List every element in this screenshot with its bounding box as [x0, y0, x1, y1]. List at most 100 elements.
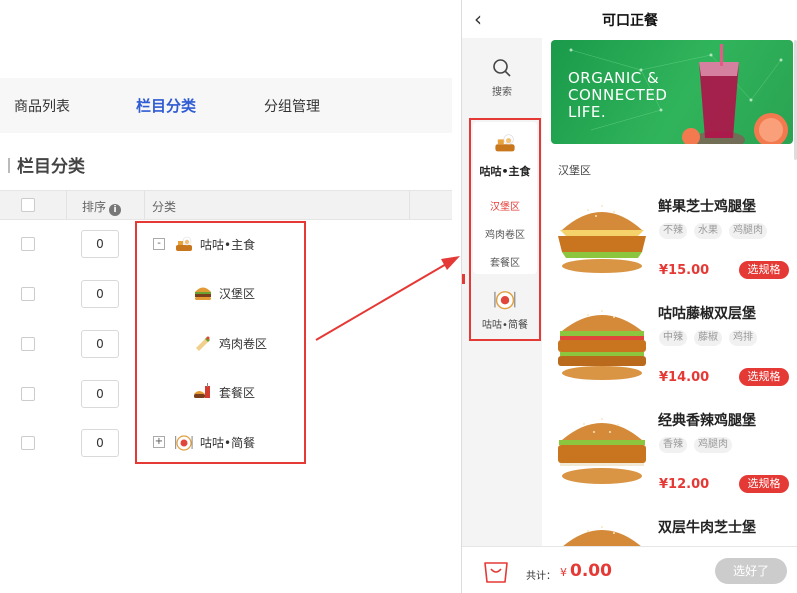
column-divider — [144, 191, 145, 219]
sidebar-sub-combo[interactable]: 套餐区 — [473, 254, 537, 269]
admin-panel: 商品列表 栏目分类 分组管理 栏目分类 排序i 分类 0 0 0 0 0 - — [0, 0, 462, 593]
tree-label: 套餐区 — [219, 385, 256, 400]
search-label: 搜索 — [492, 87, 512, 98]
wrap-icon — [196, 336, 210, 351]
total-label: 共计： — [526, 571, 556, 582]
section-label: 汉堡区 — [558, 164, 591, 177]
tab-bar: 商品列表 栏目分类 分组管理 — [0, 78, 452, 133]
select-spec-button[interactable]: 选规格 — [739, 368, 789, 386]
product-tag: 香辣 — [659, 437, 687, 453]
product-tag: 水果 — [694, 223, 722, 239]
order-column-header: 排序 i — [82, 198, 122, 216]
beef-burger-image — [563, 526, 641, 546]
double-burger-image — [558, 310, 646, 380]
product-tag: 鸡腿肉 — [729, 223, 767, 239]
cart-footer: 共计： ¥ 0.00 选好了 — [462, 546, 797, 593]
product-card[interactable]: 咕咕藤椒双层堡 中辣 藤椒 鸡排 ¥14.00 选规格 — [542, 303, 797, 408]
product-price: ¥12.00 — [659, 477, 710, 492]
order-header-text: 排序 — [82, 200, 107, 214]
tree-label: 咕咕•主食 — [200, 237, 256, 252]
screenshot-root: 商品列表 栏目分类 分组管理 栏目分类 排序i 分类 0 0 0 0 0 - — [0, 0, 797, 593]
sidebar-second-category[interactable]: 咕咕•简餐 — [471, 316, 539, 331]
product-name: 鲜果芝士鸡腿堡 — [658, 199, 756, 215]
chicken-burger-image — [558, 205, 646, 273]
order-input[interactable]: 0 — [81, 380, 119, 408]
order-input[interactable]: 0 — [81, 280, 119, 308]
column-divider — [66, 191, 67, 219]
promo-banner[interactable]: ORGANIC & CONNECTED LIFE. — [551, 40, 793, 144]
main-category-label: 咕咕•主食 — [479, 165, 531, 178]
product-name: 经典香辣鸡腿堡 — [658, 413, 756, 429]
done-button[interactable]: 选好了 — [715, 558, 787, 584]
banner-line: LIFE. — [568, 103, 607, 121]
product-price: ¥14.00 — [659, 370, 710, 385]
product-name: 咕咕藤椒双层堡 — [658, 306, 756, 322]
combo-meal-icon — [194, 383, 210, 398]
tab-group-management[interactable]: 分组管理 — [264, 96, 320, 116]
product-card[interactable]: 经典香辣鸡腿堡 香辣 鸡腿肉 ¥12.00 选规格 — [542, 410, 797, 515]
section-bar — [8, 158, 10, 173]
phone-preview: ‹ 可口正餐 搜索 咕咕•主食 汉堡区 鸡肉卷区 套餐区 咕咕•简餐 ORGAN… — [461, 0, 797, 593]
section-title: 栏目分类 — [8, 152, 85, 177]
product-tag: 鸡腿肉 — [694, 437, 732, 453]
burger-icon — [195, 287, 211, 300]
select-spec-button[interactable]: 选规格 — [739, 261, 789, 279]
sidebar-main-category[interactable]: 咕咕•主食 汉堡区 鸡肉卷区 套餐区 — [473, 122, 537, 274]
collapse-toggle[interactable]: - — [153, 238, 165, 250]
column-divider — [409, 191, 410, 219]
light-meal-icon — [175, 435, 193, 451]
info-icon[interactable]: i — [109, 204, 122, 216]
tree-row-main-food[interactable]: - 咕咕•主食 — [153, 235, 255, 253]
product-tag: 鸡排 — [729, 330, 757, 346]
light-meal-icon — [494, 291, 516, 310]
expand-toggle[interactable]: + — [153, 436, 165, 448]
product-content: ORGANIC & CONNECTED LIFE. 汉堡区 鲜果芝士鸡腿堡 不辣 — [542, 38, 797, 546]
category-sidebar: 搜索 咕咕•主食 汉堡区 鸡肉卷区 套餐区 咕咕•简餐 — [462, 38, 542, 546]
row-checkbox[interactable] — [21, 387, 35, 401]
row-checkbox[interactable] — [21, 337, 35, 351]
tree-row-wrap[interactable]: 鸡肉卷区 — [193, 334, 267, 352]
tree-label: 咕咕•简餐 — [200, 435, 256, 450]
tree-row-combo[interactable]: 套餐区 — [193, 383, 255, 401]
banner-line: ORGANIC & — [568, 69, 660, 87]
order-input[interactable]: 0 — [81, 230, 119, 258]
product-tag: 中辣 — [659, 330, 687, 346]
tab-product-list[interactable]: 商品列表 — [14, 96, 70, 116]
order-input[interactable]: 0 — [81, 429, 119, 457]
table-header: 排序 i 分类 — [0, 190, 452, 220]
product-card[interactable]: 鲜果芝士鸡腿堡 不辣 水果 鸡腿肉 ¥15.00 选规格 — [542, 196, 797, 301]
product-name: 双层牛肉芝士堡 — [658, 520, 756, 536]
product-card[interactable]: 双层牛肉芝士堡 — [542, 517, 797, 546]
active-indicator — [462, 274, 465, 284]
shopping-bag-icon[interactable] — [481, 555, 511, 585]
tree-row-light-meal[interactable]: + 咕咕•简餐 — [153, 433, 255, 451]
search-button[interactable]: 搜索 — [462, 38, 542, 110]
banner-line: CONNECTED — [568, 86, 668, 104]
sidebar-sub-wrap[interactable]: 鸡肉卷区 — [473, 226, 537, 241]
select-spec-button[interactable]: 选规格 — [739, 475, 789, 493]
phone-header: ‹ 可口正餐 — [462, 0, 797, 38]
category-column-header: 分类 — [152, 200, 177, 214]
chef-food-icon — [176, 236, 192, 251]
chef-food-icon — [495, 134, 515, 152]
tree-label: 汉堡区 — [219, 286, 256, 301]
product-tag: 不辣 — [659, 223, 687, 239]
search-icon — [493, 59, 511, 77]
tree-label: 鸡肉卷区 — [219, 336, 268, 351]
sidebar-highlight: 咕咕•主食 汉堡区 鸡肉卷区 套餐区 咕咕•简餐 — [462, 118, 541, 341]
page-title: 可口正餐 — [602, 13, 658, 29]
select-all-checkbox[interactable] — [21, 198, 35, 212]
row-checkbox[interactable] — [21, 237, 35, 251]
product-price: ¥15.00 — [659, 263, 710, 278]
order-input[interactable]: 0 — [81, 330, 119, 358]
row-checkbox[interactable] — [21, 436, 35, 450]
sidebar-sub-burger[interactable]: 汉堡区 — [473, 198, 537, 213]
section-title-text: 栏目分类 — [17, 157, 85, 177]
row-checkbox[interactable] — [21, 287, 35, 301]
total-value: 0.00 — [570, 561, 612, 581]
total-currency: ¥ — [560, 566, 567, 579]
tree-row-burger[interactable]: 汉堡区 — [193, 284, 255, 302]
product-tag: 藤椒 — [694, 330, 722, 346]
tab-column-category[interactable]: 栏目分类 — [136, 95, 196, 116]
spicy-burger-image — [558, 418, 646, 484]
